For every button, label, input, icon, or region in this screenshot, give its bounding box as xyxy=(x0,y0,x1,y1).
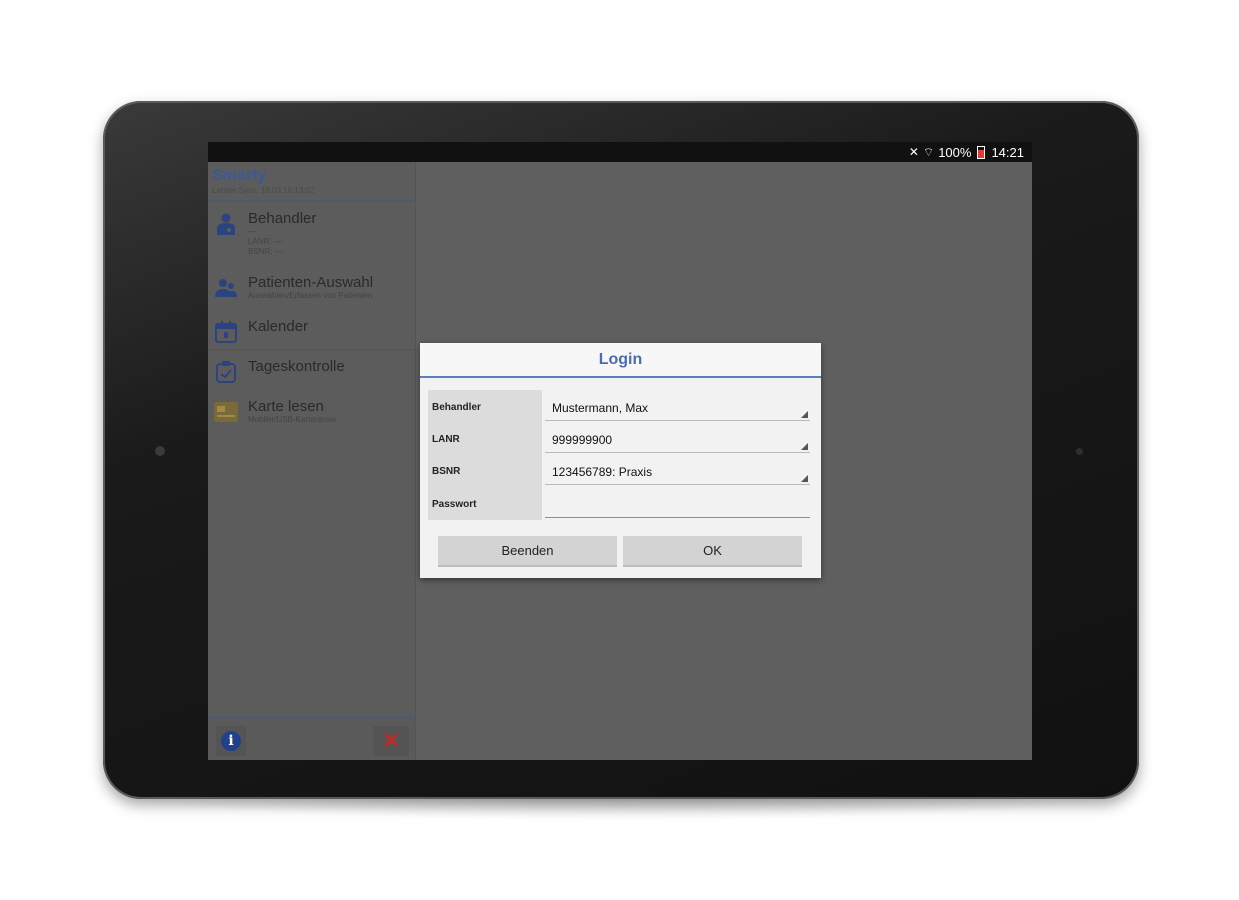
nav-label: Tageskontrolle xyxy=(248,358,345,375)
status-bar: ✕ ⌔ 100% 14:21 xyxy=(208,142,1032,162)
chip-card-icon xyxy=(214,400,238,424)
login-form: Behandler Mustermann, Max LANR 999999900… xyxy=(428,390,813,520)
close-button[interactable]: ✕ xyxy=(373,726,409,756)
nav-sublabel: Auswählen/Erfassen von Patienten xyxy=(248,291,373,300)
lanr-dropdown[interactable]: 999999900 xyxy=(545,424,810,453)
app-title: Smarty xyxy=(212,167,267,184)
ok-button[interactable]: OK xyxy=(623,536,802,567)
last-sync-text: Letzter Sync: 18.03.16 13:02 xyxy=(212,186,315,195)
info-icon: i xyxy=(221,731,241,751)
behandler-dropdown[interactable]: Mustermann, Max xyxy=(545,392,810,421)
nav-item-behandler[interactable]: Behandler — LANR: — BSNR: — xyxy=(208,202,415,266)
nav-sublabel: BSNR: — xyxy=(248,247,283,256)
dialog-title: Login xyxy=(420,343,821,378)
clipboard-icon xyxy=(214,360,238,384)
battery-percent: 100% xyxy=(938,144,972,160)
doctor-icon xyxy=(214,212,238,236)
battery-icon xyxy=(977,145,986,159)
nav-item-tageskontrolle[interactable]: Tageskontrolle xyxy=(208,350,415,390)
nav-item-patienten-auswahl[interactable]: Patienten-Auswahl Auswählen/Erfassen von… xyxy=(208,266,415,310)
mute-icon: ✕ xyxy=(908,145,919,159)
bsnr-label: BSNR xyxy=(432,466,461,477)
calendar-icon xyxy=(214,320,238,344)
light-sensor xyxy=(1076,448,1083,455)
front-camera xyxy=(155,446,165,456)
bsnr-value: 123456789: Praxis xyxy=(552,465,653,479)
navigation-drawer: Smarty Letzter Sync: 18.03.16 13:02 Beha… xyxy=(208,162,416,760)
nav-label: Kalender xyxy=(248,318,309,335)
password-input[interactable] xyxy=(545,489,810,518)
lanr-value: 999999900 xyxy=(552,433,613,447)
beenden-button[interactable]: Beenden xyxy=(438,536,617,567)
nav-item-kalender[interactable]: Kalender xyxy=(208,310,415,350)
nav-item-karte-lesen[interactable]: Karte lesen Mobiler/USB-Kartenleser xyxy=(208,390,415,440)
clock: 14:21 xyxy=(991,144,1024,160)
patients-icon xyxy=(214,276,238,300)
info-button[interactable]: i xyxy=(216,726,246,756)
nav-sublabel: — xyxy=(248,227,256,236)
dropdown-arrow-icon xyxy=(801,475,808,482)
behandler-label: Behandler xyxy=(432,402,481,413)
drawer-footer: i ✕ xyxy=(208,716,415,760)
passwort-label: Passwort xyxy=(432,499,477,510)
nav-sublabel: LANR: — xyxy=(248,237,282,246)
behandler-value: Mustermann, Max xyxy=(552,401,649,415)
bsnr-dropdown[interactable]: 123456789: Praxis xyxy=(545,456,810,485)
drawer-header: Smarty Letzter Sync: 18.03.16 13:02 xyxy=(208,162,415,202)
lanr-label: LANR xyxy=(432,434,460,445)
close-icon: ✕ xyxy=(381,728,401,753)
nav-label: Behandler xyxy=(248,210,317,227)
dropdown-arrow-icon xyxy=(801,443,808,450)
nav-label: Karte lesen xyxy=(248,398,324,415)
nav-label: Patienten-Auswahl xyxy=(248,274,374,291)
login-dialog: Login Behandler Mustermann, Max LANR 999… xyxy=(420,343,821,578)
dropdown-arrow-icon xyxy=(801,411,808,418)
wifi-icon: ⌔ xyxy=(922,144,935,159)
nav-sublabel: Mobiler/USB-Kartenleser xyxy=(248,415,337,424)
